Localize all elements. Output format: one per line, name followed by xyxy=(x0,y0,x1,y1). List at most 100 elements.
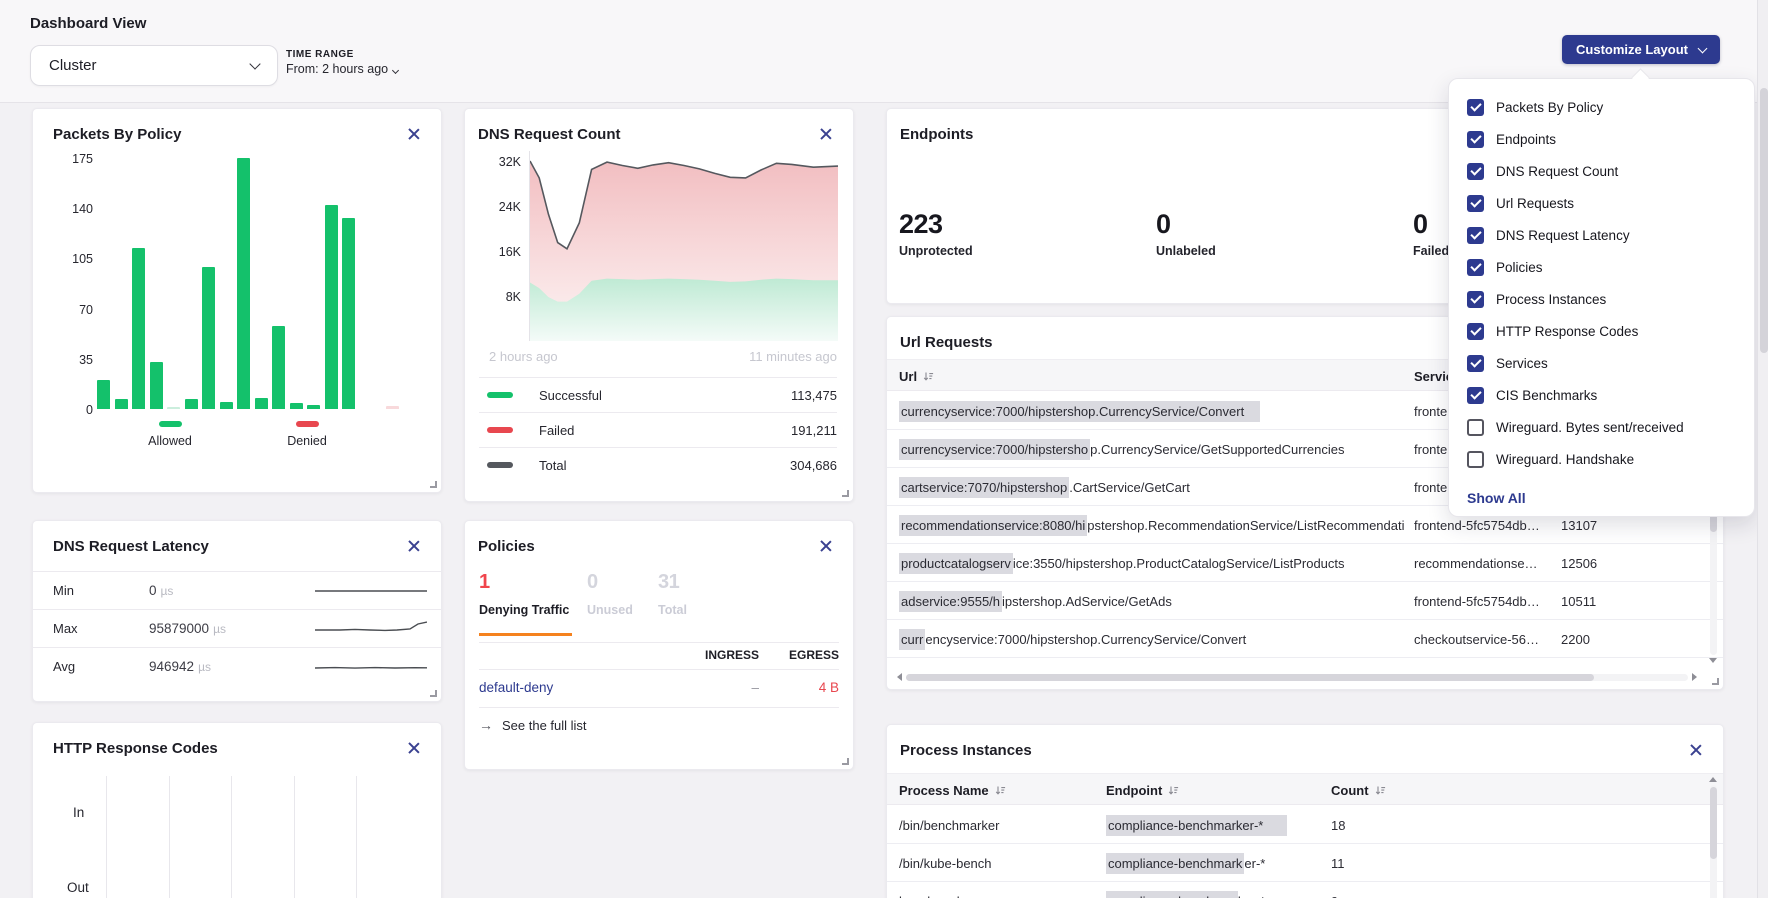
page-scrollbar[interactable] xyxy=(1757,0,1768,898)
column-header-count[interactable]: Count xyxy=(1331,774,1386,806)
legend-row-successful[interactable]: Successful113,475 xyxy=(479,377,837,412)
stat-value: 0 xyxy=(1413,209,1449,240)
tab-label: Unused xyxy=(587,603,633,617)
legend-item-denied[interactable]: Denied xyxy=(274,421,340,448)
url-cell: recommendationservice:8080/hipstershop.R… xyxy=(899,506,1404,544)
column-header-url[interactable]: Url xyxy=(899,360,934,392)
y-axis-tick: 35 xyxy=(51,353,93,367)
resize-handle[interactable] xyxy=(1712,678,1719,685)
tab-label: Total xyxy=(658,603,687,617)
menu-item-dns-request-count[interactable]: DNS Request Count xyxy=(1467,155,1754,187)
table-row[interactable]: /bin/kube-benchcompliance-benchmarker-*1… xyxy=(887,844,1723,882)
menu-item-services[interactable]: Services xyxy=(1467,347,1754,379)
bar-allowed xyxy=(132,248,145,409)
column-header-endpoint[interactable]: Endpoint xyxy=(1106,774,1179,806)
sparkline xyxy=(315,656,427,678)
process-table-header: Process Name Endpoint Count xyxy=(887,773,1723,805)
checkbox-checked-icon[interactable] xyxy=(1467,131,1484,148)
horizontal-scrollbar[interactable] xyxy=(897,672,1697,682)
bar-chart-y-axis: 03570105140175 xyxy=(51,158,93,409)
grid-line xyxy=(169,776,170,898)
menu-item-wireguard-bytes-sent-received[interactable]: Wireguard. Bytes sent/received xyxy=(1467,411,1754,443)
menu-item-policies[interactable]: Policies xyxy=(1467,251,1754,283)
menu-item-label: CIS Benchmarks xyxy=(1496,388,1597,403)
menu-item-http-response-codes[interactable]: HTTP Response Codes xyxy=(1467,315,1754,347)
latency-unit: µs xyxy=(198,660,211,674)
close-icon[interactable] xyxy=(407,741,421,755)
menu-item-label: Process Instances xyxy=(1496,292,1606,307)
policies-tab-total[interactable]: 31 Total xyxy=(658,571,687,617)
column-header-process-name[interactable]: Process Name xyxy=(899,774,1006,806)
table-row[interactable]: currencyservice:7000/hipstershop.Currenc… xyxy=(887,620,1723,658)
legend-value: 191,211 xyxy=(791,423,837,438)
checkbox-checked-icon[interactable] xyxy=(1467,227,1484,244)
checkbox-unchecked-icon[interactable] xyxy=(1467,419,1484,436)
checkbox-checked-icon[interactable] xyxy=(1467,323,1484,340)
menu-item-dns-request-latency[interactable]: DNS Request Latency xyxy=(1467,219,1754,251)
x-axis-label-left: 2 hours ago xyxy=(489,349,558,364)
policies-tab-denying-traffic[interactable]: 1 Denying Traffic xyxy=(479,571,569,617)
legend-item-allowed[interactable]: Allowed xyxy=(137,421,203,448)
view-selector[interactable]: Cluster xyxy=(30,45,278,86)
close-icon[interactable] xyxy=(819,127,833,141)
resize-handle[interactable] xyxy=(842,490,849,497)
bar-allowed xyxy=(325,205,338,409)
close-icon[interactable] xyxy=(819,539,833,553)
endpoint-cell: compliance-benchmarker-* xyxy=(1106,882,1326,898)
close-icon[interactable] xyxy=(407,127,421,141)
menu-item-process-instances[interactable]: Process Instances xyxy=(1467,283,1754,315)
checkbox-checked-icon[interactable] xyxy=(1467,259,1484,276)
menu-item-url-requests[interactable]: Url Requests xyxy=(1467,187,1754,219)
time-range-from[interactable]: From: 2 hours ago xyxy=(286,62,398,76)
table-row[interactable]: productcatalogservice:3550/hipstershop.P… xyxy=(887,544,1723,582)
checkbox-checked-icon[interactable] xyxy=(1467,355,1484,372)
resize-handle[interactable] xyxy=(430,481,437,488)
tab-value: 1 xyxy=(479,571,569,594)
policy-link-default-deny[interactable]: default-deny xyxy=(479,680,639,695)
scroll-up-icon[interactable] xyxy=(1709,777,1717,782)
resize-handle[interactable] xyxy=(842,758,849,765)
checkbox-unchecked-icon[interactable] xyxy=(1467,451,1484,468)
menu-item-packets-by-policy[interactable]: Packets By Policy xyxy=(1467,91,1754,123)
legend-row-total[interactable]: Total304,686 xyxy=(479,447,837,482)
resize-handle[interactable] xyxy=(430,690,437,697)
latency-row-max: Max95879000µs xyxy=(33,609,441,647)
menu-item-label: Policies xyxy=(1496,260,1543,275)
scrollbar-thumb[interactable] xyxy=(1710,787,1717,859)
checkbox-checked-icon[interactable] xyxy=(1467,291,1484,308)
close-icon[interactable] xyxy=(407,539,421,553)
card-dns-request-latency: DNS Request Latency Min0µsMax95879000µsA… xyxy=(32,520,442,702)
menu-item-wireguard-handshake[interactable]: Wireguard. Handshake xyxy=(1467,443,1754,475)
checkbox-checked-icon[interactable] xyxy=(1467,195,1484,212)
customize-layout-button[interactable]: Customize Layout xyxy=(1562,35,1720,64)
checkbox-checked-icon[interactable] xyxy=(1467,99,1484,116)
scroll-left-icon[interactable] xyxy=(897,673,902,681)
show-all-link[interactable]: Show All xyxy=(1467,481,1754,515)
column-header-ingress: INGRESS xyxy=(663,648,759,662)
url-cell: currencyservice:7000/hipstershop.Currenc… xyxy=(899,430,1404,468)
scrollbar-thumb[interactable] xyxy=(906,674,1594,681)
menu-item-endpoints[interactable]: Endpoints xyxy=(1467,123,1754,155)
legend-value: 304,686 xyxy=(790,458,837,473)
checkbox-checked-icon[interactable] xyxy=(1467,163,1484,180)
checkbox-checked-icon[interactable] xyxy=(1467,387,1484,404)
policy-egress-value: 4 B xyxy=(753,680,839,695)
menu-items: Packets By PolicyEndpointsDNS Request Co… xyxy=(1467,91,1754,475)
highlighted-text: compliance-benchmarker-* xyxy=(1106,815,1287,836)
see-full-list-link[interactable]: → See the full list xyxy=(479,717,587,733)
scroll-right-icon[interactable] xyxy=(1692,673,1697,681)
close-icon[interactable] xyxy=(1689,743,1703,757)
count-cell: 9 xyxy=(1331,882,1401,898)
menu-item-cis-benchmarks[interactable]: CIS Benchmarks xyxy=(1467,379,1754,411)
vertical-scrollbar[interactable] xyxy=(1708,777,1718,898)
highlighted-text: recommendationservice:8080/hi xyxy=(899,515,1087,536)
table-row[interactable]: benchmarkercompliance-benchmarker-*9 xyxy=(887,882,1723,898)
legend-row-failed[interactable]: Failed191,211 xyxy=(479,412,837,447)
policies-tab-unused[interactable]: 0 Unused xyxy=(587,571,633,617)
table-row[interactable]: adservice:9555/hipstershop.AdService/Get… xyxy=(887,582,1723,620)
table-row[interactable]: /bin/benchmarkercompliance-benchmarker-*… xyxy=(887,806,1723,844)
scroll-down-icon[interactable] xyxy=(1709,658,1717,663)
highlighted-text: currencyservice:7000/hipstersho xyxy=(899,439,1090,460)
scrollbar-thumb[interactable] xyxy=(1760,88,1768,353)
card-http-response-codes: HTTP Response Codes In Out xyxy=(32,722,442,898)
